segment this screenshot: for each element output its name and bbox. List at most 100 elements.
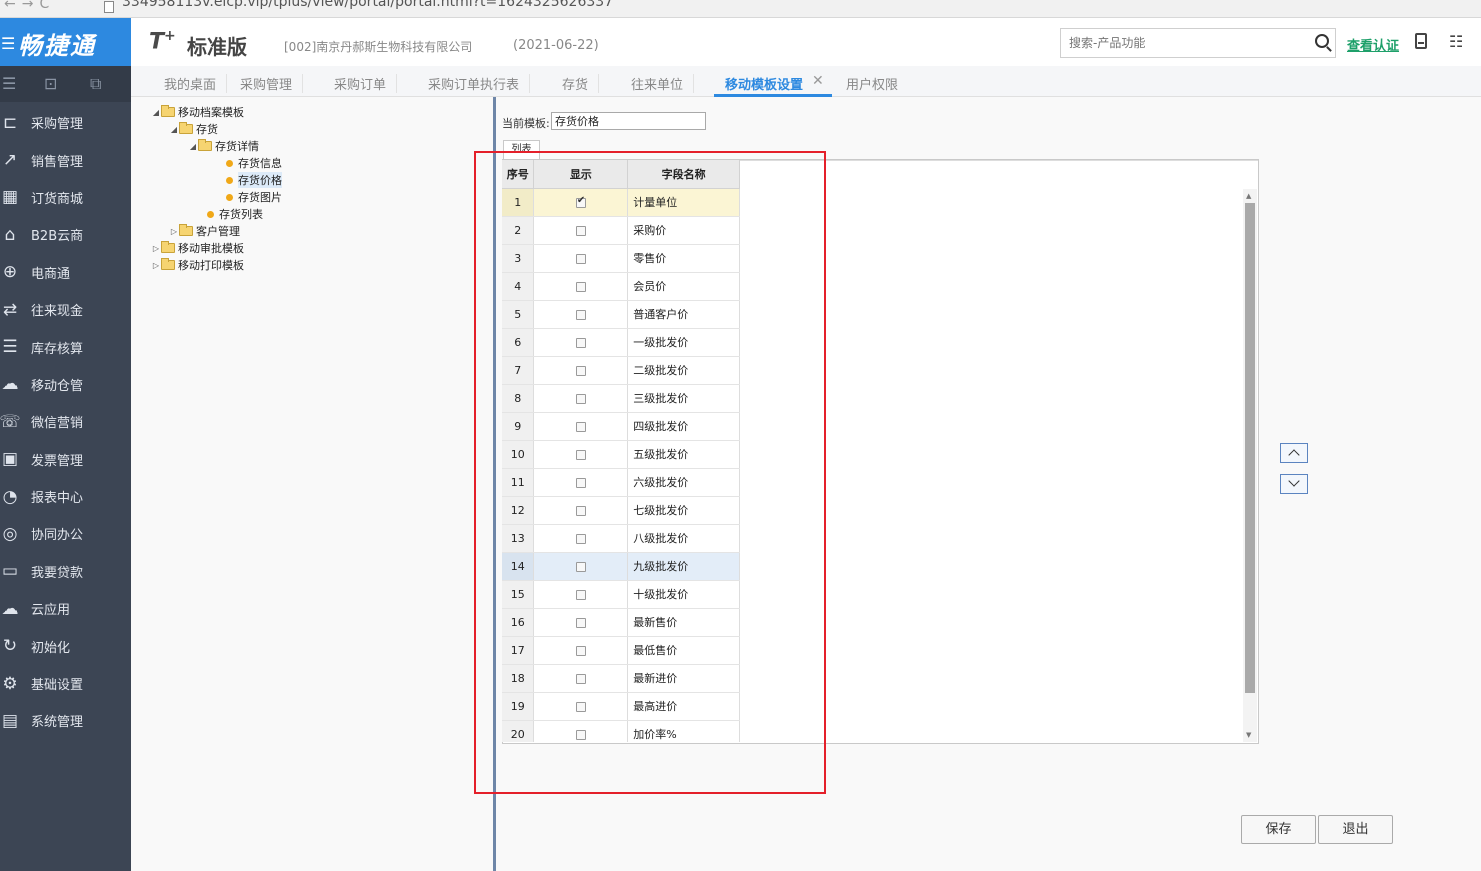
show-checkbox[interactable] (575, 505, 586, 516)
url-text[interactable]: 334958113v.eicp.vip/tplus/view/portal/po… (122, 0, 613, 10)
panel-splitter[interactable] (493, 97, 496, 871)
table-row[interactable]: 14 九级批发价 (502, 552, 740, 581)
sidebar-item-7[interactable]: ☁ 移动仓管 (0, 366, 131, 403)
table-row[interactable]: 4 会员价 (502, 272, 740, 301)
menu-toggle-icon[interactable]: ☰ (1, 34, 15, 53)
search-input[interactable] (1061, 29, 1301, 57)
show-checkbox[interactable] (575, 617, 586, 628)
sidebar-item-3[interactable]: ⌂ B2B云商 (0, 216, 131, 253)
table-row[interactable]: 10 五级批发价 (502, 440, 740, 469)
sidebar-item-15[interactable]: ⚙ 基础设置 (0, 665, 131, 702)
table-row[interactable]: 9 四级批发价 (502, 412, 740, 441)
tab-1[interactable]: 采购管理 (240, 74, 304, 93)
exit-button[interactable]: 退出 (1318, 815, 1393, 844)
tree-node-inventory-detail[interactable]: ◢ 存货详情 (188, 138, 259, 154)
calculator-icon[interactable] (1415, 33, 1427, 49)
show-checkbox[interactable] (575, 195, 586, 208)
show-checkbox[interactable] (575, 673, 586, 684)
save-button[interactable]: 保存 (1241, 815, 1316, 844)
sidebar-item-0[interactable]: ⊏ 采购管理 (0, 104, 131, 141)
tree-node-mobile-print-template[interactable]: ▷ 移动打印模板 (151, 257, 244, 273)
show-checkbox[interactable] (575, 281, 586, 292)
table-row[interactable]: 16 最新售价 (502, 608, 740, 637)
table-row[interactable]: 19 最高进价 (502, 692, 740, 721)
current-template-label: 当前模板: (502, 117, 550, 130)
tree-node-mobile-archive-template[interactable]: ◢ 移动档案模板 (151, 104, 244, 120)
show-checkbox[interactable] (575, 309, 586, 320)
show-checkbox[interactable] (575, 645, 586, 656)
row-field-name: 四级批发价 (627, 412, 740, 441)
tab-3[interactable]: 采购订单执行表 (428, 74, 531, 93)
tab-5[interactable]: 往来单位 (631, 74, 695, 93)
table-row[interactable]: 11 六级批发价 (502, 468, 740, 497)
scroll-thumb[interactable] (1245, 203, 1255, 693)
tab-7[interactable]: 用户权限 (846, 74, 898, 93)
table-row[interactable]: 2 采购价 (502, 216, 740, 245)
show-checkbox[interactable] (575, 701, 586, 712)
verify-link[interactable]: 查看认证 (1347, 35, 1399, 54)
list-icon[interactable]: ☰ (2, 74, 16, 93)
sidebar-item-1[interactable]: ↗ 销售管理 (0, 141, 131, 178)
show-checkbox[interactable] (575, 421, 586, 432)
sidebar-item-10[interactable]: ◔ 报表中心 (0, 478, 131, 515)
table-row[interactable]: 5 普通客户价 (502, 300, 740, 329)
tree-node-inventory-list[interactable]: 存货列表 (207, 206, 263, 222)
move-up-button[interactable] (1280, 443, 1308, 463)
tree-node-inventory[interactable]: ◢ 存货 (169, 121, 218, 137)
sidebar-item-14[interactable]: ↻ 初始化 (0, 627, 131, 664)
tab-6[interactable]: 移动模板设置 (725, 74, 803, 93)
sidebar-item-11[interactable]: ◎ 协同办公 (0, 515, 131, 552)
sidebar-item-5[interactable]: ⇄ 往来现金 (0, 291, 131, 328)
sidebar-item-13[interactable]: ☁ 云应用 (0, 590, 131, 627)
show-checkbox[interactable] (575, 393, 586, 404)
show-checkbox[interactable] (575, 477, 586, 488)
move-down-button[interactable] (1280, 474, 1308, 494)
tree-node-inventory-info[interactable]: 存货信息 (226, 155, 282, 171)
sidebar-item-16[interactable]: ▤ 系统管理 (0, 702, 131, 739)
table-row[interactable]: 7 二级批发价 (502, 356, 740, 385)
table-row[interactable]: 18 最新进价 (502, 664, 740, 693)
sidebar-item-6[interactable]: ☰ 库存核算 (0, 328, 131, 365)
tab-0[interactable]: 我的桌面 (164, 74, 228, 93)
table-row[interactable]: 17 最低售价 (502, 636, 740, 665)
show-checkbox[interactable] (575, 561, 586, 572)
task-list-icon[interactable]: ☷ (1449, 32, 1463, 51)
tree-node-inventory-price[interactable]: 存货价格 (226, 172, 282, 188)
show-checkbox[interactable] (575, 729, 586, 740)
close-tab-icon[interactable]: ✕ (812, 73, 824, 89)
search-doc-icon[interactable]: ⊡ (44, 74, 57, 93)
sidebar-item-2[interactable]: ▦ 订货商城 (0, 179, 131, 216)
sidebar-item-4[interactable]: ⊕ 电商通 (0, 254, 131, 291)
table-row[interactable]: 13 八级批发价 (502, 524, 740, 553)
tree-node-customer[interactable]: ▷ 客户管理 (169, 223, 240, 239)
show-checkbox[interactable] (575, 225, 586, 236)
tab-4[interactable]: 存货 (562, 74, 600, 93)
scroll-down-icon[interactable]: ▼ (1246, 731, 1251, 739)
show-checkbox[interactable] (575, 449, 586, 460)
show-checkbox[interactable] (575, 533, 586, 544)
table-row[interactable]: 1 计量单位 (502, 188, 740, 217)
scroll-up-icon[interactable]: ▲ (1246, 192, 1251, 200)
table-row[interactable]: 3 零售价 (502, 244, 740, 273)
browser-nav-icons[interactable]: ←→C (4, 0, 55, 12)
grid-vertical-scrollbar[interactable]: ▲ ▼ (1243, 189, 1257, 742)
show-checkbox[interactable] (575, 253, 586, 264)
table-row[interactable]: 6 一级批发价 (502, 328, 740, 357)
table-row[interactable]: 15 十级批发价 (502, 580, 740, 609)
table-row[interactable]: 20 加价率% (502, 720, 740, 742)
search-icon[interactable] (1315, 34, 1329, 48)
tab-list[interactable]: 列表 (503, 140, 540, 159)
show-checkbox[interactable] (575, 365, 586, 376)
tree-node-mobile-approval-template[interactable]: ▷ 移动审批模板 (151, 240, 244, 256)
tab-2[interactable]: 采购订单 (334, 74, 398, 93)
sidebar-item-8[interactable]: ☏ 微信营销 (0, 403, 131, 440)
table-row[interactable]: 12 七级批发价 (502, 496, 740, 525)
sidebar-item-9[interactable]: ▣ 发票管理 (0, 441, 131, 478)
tree-node-inventory-image[interactable]: 存货图片 (226, 189, 282, 205)
table-row[interactable]: 8 三级批发价 (502, 384, 740, 413)
sidebar-item-12[interactable]: ▭ 我要贷款 (0, 553, 131, 590)
current-template-field[interactable] (551, 112, 706, 130)
show-checkbox[interactable] (575, 589, 586, 600)
show-checkbox[interactable] (575, 337, 586, 348)
new-window-icon[interactable]: ⧉ (90, 74, 101, 94)
